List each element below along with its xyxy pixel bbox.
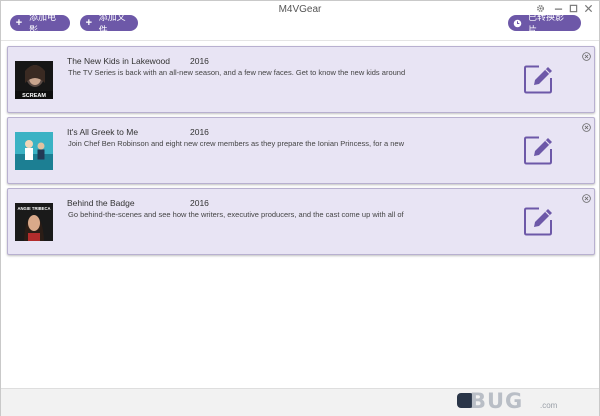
plus-icon: + [85, 16, 93, 29]
clock-icon [513, 19, 522, 28]
maximize-icon[interactable] [567, 4, 579, 15]
app-window: M4VGear + 添加电影 + 添加文件 已转换影片 SCREAM The N… [0, 0, 600, 416]
remove-item-icon[interactable] [582, 194, 591, 203]
movie-title: The New Kids in Lakewood [67, 56, 171, 66]
title-bar: M4VGear + 添加电影 + 添加文件 已转换影片 [1, 1, 599, 41]
movie-thumbnail: ANGIE TRIBECA [15, 203, 53, 241]
movie-year: 2016 [190, 127, 209, 137]
watermark-site: .com [540, 401, 558, 410]
movie-item[interactable]: It's All Greek to Me 2016 Join Chef Ben … [7, 117, 595, 184]
thumbnail-caption: SCREAM [22, 93, 46, 99]
movie-description: Join Chef Ben Robinson and eight new cre… [68, 139, 405, 148]
add-movie-label: 添加电影 [29, 12, 57, 35]
close-window-icon[interactable] [582, 4, 594, 15]
movie-item[interactable]: ANGIE TRIBECA Behind the Badge 2016 Go b… [7, 188, 595, 255]
movie-title: It's All Greek to Me [67, 127, 139, 137]
movie-item[interactable]: SCREAM The New Kids in Lakewood 2016 The… [7, 46, 595, 113]
settings-gear-icon[interactable] [534, 4, 546, 15]
watermark-text: BUG [470, 389, 524, 413]
edit-icon[interactable] [523, 64, 554, 95]
movie-description: Go behind-the-scenes and see how the wri… [68, 210, 404, 219]
add-movie-button[interactable]: + 添加电影 [10, 12, 70, 35]
add-file-label: 添加文件 [98, 12, 126, 35]
remove-item-icon[interactable] [582, 123, 591, 132]
add-file-button[interactable]: + 添加文件 [80, 12, 138, 35]
edit-icon[interactable] [523, 135, 554, 166]
remove-item-icon[interactable] [582, 52, 591, 61]
movie-thumbnail: SCREAM [15, 61, 53, 99]
movie-title: Behind the Badge [67, 198, 135, 208]
window-title: M4VGear [278, 4, 322, 15]
movie-thumbnail [15, 132, 53, 170]
converted-movies-button[interactable]: 已转换影片 [508, 12, 581, 35]
edit-icon[interactable] [523, 206, 554, 237]
plus-icon: + [15, 16, 23, 29]
minimize-icon[interactable] [552, 4, 564, 15]
movie-year: 2016 [190, 56, 209, 66]
movie-description: The TV Series is back with an all-new se… [68, 68, 406, 77]
movie-year: 2016 [190, 198, 209, 208]
thumbnail-caption: ANGIE TRIBECA [17, 206, 50, 211]
